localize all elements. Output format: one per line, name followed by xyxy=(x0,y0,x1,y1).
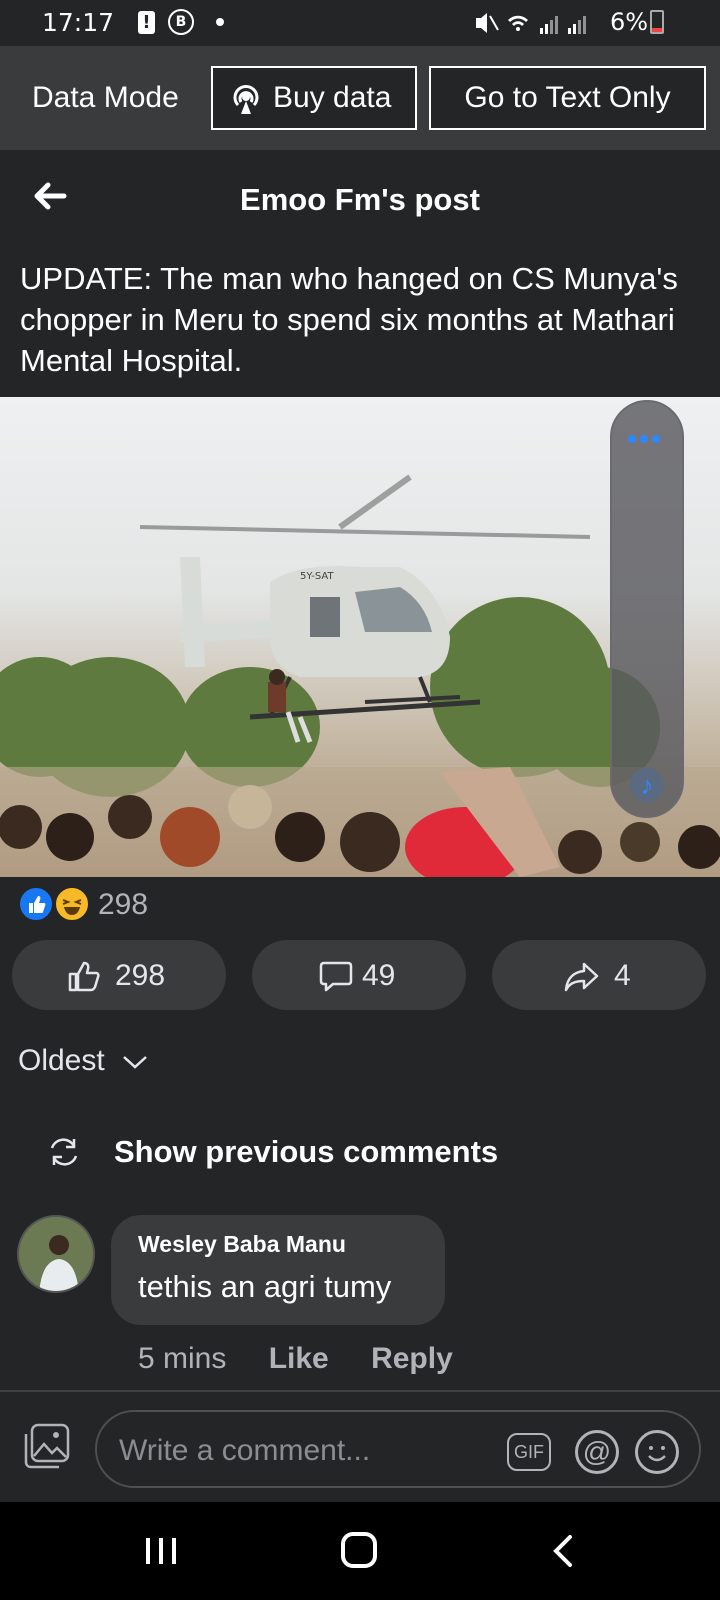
b-icon: B xyxy=(168,9,194,35)
thumbs-up-icon xyxy=(68,961,100,992)
nav-back-icon[interactable] xyxy=(548,1534,578,1568)
data-mode-label: Data Mode xyxy=(32,81,179,114)
page-title: Emoo Fm's post xyxy=(240,182,480,217)
avatar[interactable] xyxy=(17,1215,95,1293)
battery-percent: 6% xyxy=(610,8,649,36)
broadcast-icon xyxy=(233,85,259,114)
more-dots-icon[interactable] xyxy=(628,430,670,443)
system-nav-bar xyxy=(0,1502,720,1600)
comment-like-button[interactable]: Like xyxy=(269,1342,329,1375)
share-icon xyxy=(564,962,599,992)
refresh-icon xyxy=(50,1138,78,1166)
reaction-count: 298 xyxy=(98,888,149,921)
comment-button[interactable]: 49 xyxy=(252,940,466,1010)
share-button[interactable]: 4 xyxy=(492,940,706,1010)
like-button[interactable]: 298 xyxy=(12,940,226,1010)
chevron-down-icon xyxy=(123,1056,147,1069)
floating-music-panel[interactable]: ♪ xyxy=(610,400,684,818)
comment-bubble[interactable]: Wesley Baba Manu tethis an agri tumy xyxy=(111,1215,445,1325)
comment-reply-button[interactable]: Reply xyxy=(371,1342,453,1375)
comment-icon xyxy=(319,961,353,992)
dot-icon xyxy=(216,18,224,26)
mute-wifi-signal-icon xyxy=(476,13,586,34)
gif-button[interactable]: GIF xyxy=(507,1433,551,1471)
show-previous-comments-button[interactable]: Show previous comments xyxy=(46,1130,666,1174)
comment-composer: Write a comment... GIF @ xyxy=(0,1392,720,1502)
comment-author[interactable]: Wesley Baba Manu xyxy=(138,1231,346,1258)
post-text: UPDATE: The man who hanged on CS Munya's… xyxy=(20,261,678,378)
comment-meta: 5 mins Like Reply xyxy=(138,1342,487,1376)
post-header: Emoo Fm's post xyxy=(0,150,720,246)
music-note-icon[interactable]: ♪ xyxy=(630,768,664,802)
connectivity-icons xyxy=(474,8,604,44)
show-previous-label: Show previous comments xyxy=(114,1134,499,1169)
haha-reaction-icon xyxy=(54,886,90,922)
data-mode-bar: Data Mode Buy data Go to Text Only xyxy=(0,46,720,150)
buy-data-button[interactable]: Buy data xyxy=(211,66,417,130)
avatar-photo xyxy=(19,1217,93,1291)
comment-placeholder: Write a comment... xyxy=(119,1434,371,1467)
buy-data-label: Buy data xyxy=(273,81,392,114)
mention-button[interactable]: @ xyxy=(575,1430,619,1474)
app-root: 17:17 ! B 6% Data Mode Buy data Go to Te… xyxy=(0,0,720,1600)
comment-time: 5 mins xyxy=(138,1342,227,1375)
comment-text: tethis an agri tumy xyxy=(138,1269,392,1304)
share-count: 4 xyxy=(614,959,631,992)
status-time: 17:17 xyxy=(42,8,115,37)
like-reaction-icon xyxy=(18,886,54,922)
like-count: 298 xyxy=(115,959,166,992)
comment-count: 49 xyxy=(362,959,396,992)
registration-text: 5Y-SAT xyxy=(300,571,334,582)
photo-attach-icon[interactable] xyxy=(22,1422,72,1470)
home-icon[interactable] xyxy=(341,1532,377,1568)
comment-input[interactable]: Write a comment... GIF @ xyxy=(95,1410,701,1488)
text-only-button[interactable]: Go to Text Only xyxy=(429,66,706,130)
emoji-icon[interactable] xyxy=(635,1430,679,1474)
alert-icon: ! xyxy=(138,11,155,34)
battery-icon xyxy=(650,10,664,34)
sort-label: Oldest xyxy=(18,1044,105,1077)
recents-icon[interactable] xyxy=(143,1536,179,1566)
comment-sort-dropdown[interactable]: Oldest xyxy=(18,1044,149,1078)
status-bar: 17:17 ! B 6% xyxy=(0,0,720,46)
